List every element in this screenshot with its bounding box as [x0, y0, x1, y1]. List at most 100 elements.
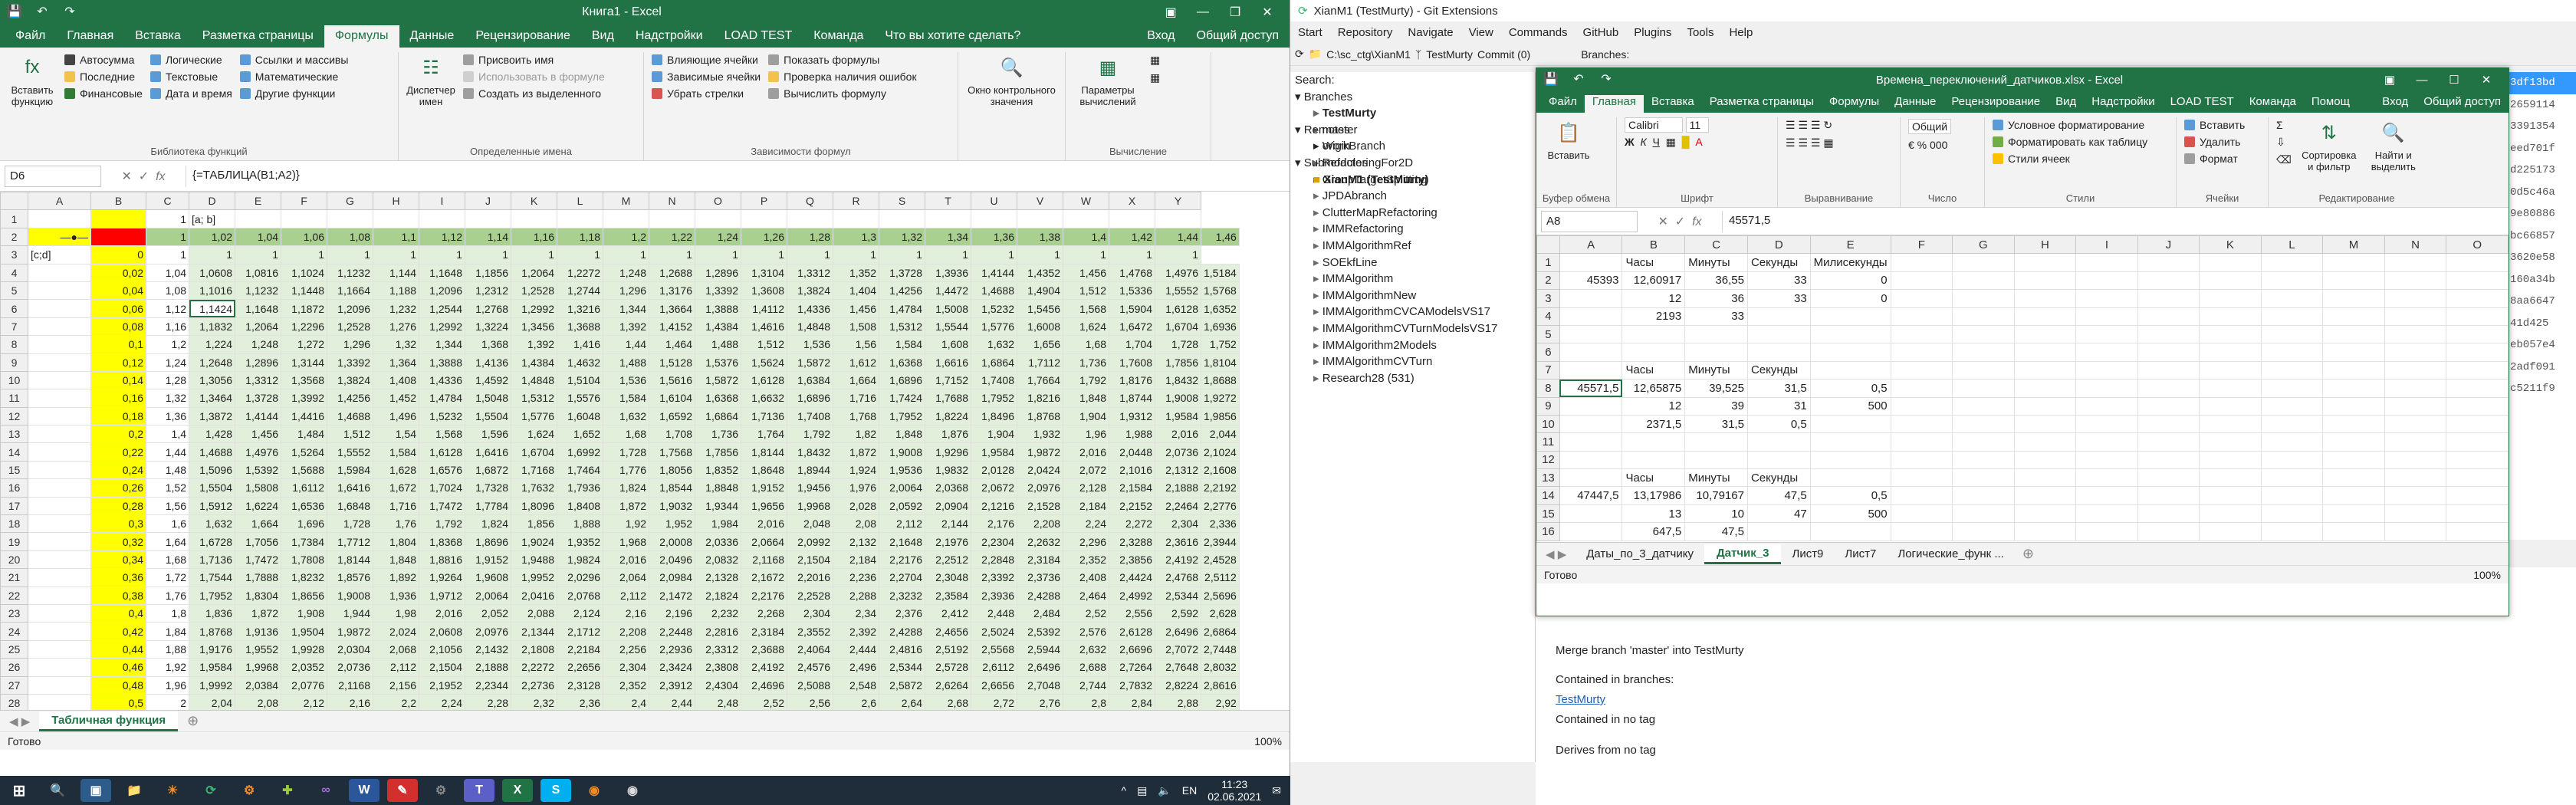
row-header[interactable]: 15 — [1536, 504, 1560, 524]
login-link[interactable]: Вход — [2374, 95, 2416, 113]
commit-hash[interactable]: d225173 — [2504, 159, 2576, 182]
tree-branch-item[interactable]: ▸ TestMurty — [1290, 105, 1535, 122]
menu-commands[interactable]: Commands — [1501, 26, 1576, 39]
row-header[interactable]: 25 — [0, 639, 28, 659]
column-header[interactable]: B — [1622, 235, 1686, 255]
save-icon[interactable]: 💾 — [6, 4, 23, 21]
format-as-table-button[interactable]: Форматировать как таблицу — [1993, 136, 2147, 148]
commit-hash[interactable]: 0d5c46a — [2504, 182, 2576, 204]
tab-page-layout[interactable]: Разметка страницы — [1702, 95, 1822, 113]
logical-button[interactable]: Логические — [150, 54, 232, 66]
row-header[interactable]: 24 — [0, 622, 28, 641]
tab-addins[interactable]: Надстройки — [2084, 95, 2162, 113]
tray-arrow-icon[interactable]: ^ — [1121, 784, 1126, 797]
row-header[interactable]: 13 — [0, 425, 28, 444]
row-header[interactable]: 12 — [1536, 450, 1560, 470]
row-header[interactable]: 6 — [0, 299, 28, 318]
share-button[interactable]: Общий доступ — [1186, 29, 1290, 48]
align-left-icon[interactable]: ☰ ☰ ☰ ▦ — [1786, 136, 1834, 150]
select-all-corner[interactable] — [1536, 235, 1560, 255]
create-from-selection-button[interactable]: Создать из выделенного — [463, 87, 605, 100]
row-header[interactable]: 9 — [0, 353, 28, 372]
tab-page-layout[interactable]: Разметка страницы — [192, 29, 324, 48]
formula-input[interactable]: {=ТАБЛИЦА(B1;A2)} — [186, 165, 1290, 187]
tree-branch-item[interactable]: ▸ Research28 (531) — [1290, 370, 1535, 387]
tab-load-test[interactable]: LOAD TEST — [2163, 95, 2242, 113]
task-view-icon[interactable]: ▣ — [80, 779, 111, 802]
row-header[interactable]: 27 — [0, 675, 28, 695]
column-header[interactable]: A — [1559, 235, 1623, 255]
undo-icon[interactable]: ↶ — [34, 4, 51, 21]
row-header[interactable]: 1 — [0, 209, 28, 228]
formula-input[interactable]: 45571,5 — [1722, 210, 2509, 232]
row-header[interactable]: 1 — [1536, 253, 1560, 272]
commit-hash[interactable]: 2659114 — [2504, 94, 2576, 117]
error-check-button[interactable]: Проверка наличия ошибок — [768, 71, 917, 83]
autosum-icon[interactable]: Σ — [2276, 119, 2292, 131]
undo-icon[interactable]: ↶ — [1570, 71, 1587, 88]
menu-start[interactable]: Start — [1290, 26, 1330, 39]
column-header[interactable]: Q — [787, 192, 833, 211]
gear-app-icon[interactable]: ⚙ — [234, 779, 264, 802]
teams-icon[interactable]: T — [464, 779, 495, 802]
tree-branch-item[interactable]: ▸ IMMAlgorithmCVTurn — [1290, 353, 1535, 370]
row-header[interactable]: 26 — [0, 658, 28, 677]
other-functions-button[interactable]: Другие функции — [239, 87, 349, 100]
delete-cells-button[interactable]: Удалить — [2184, 136, 2245, 148]
column-header[interactable]: H — [2013, 235, 2077, 255]
network-icon[interactable]: ▤ — [1137, 784, 1147, 797]
use-in-formula-button[interactable]: Использовать в формуле — [463, 71, 605, 83]
column-header[interactable]: G — [1952, 235, 2015, 255]
column-header[interactable]: W — [1063, 192, 1109, 211]
tree-branch-item[interactable]: ▸ IMMAlgorithm2Models — [1290, 337, 1535, 354]
datetime-button[interactable]: Дата и время — [150, 87, 232, 100]
font-color-icon[interactable]: A — [1695, 136, 1702, 148]
borders-icon[interactable]: ▦ — [1666, 136, 1676, 148]
text-button[interactable]: Текстовые — [150, 71, 232, 83]
row-header[interactable]: 2 — [0, 227, 28, 247]
name-box[interactable]: D6 — [5, 165, 101, 187]
tab-data[interactable]: Данные — [1887, 95, 1944, 113]
format-cells-button[interactable]: Формат — [2184, 153, 2245, 165]
sheet-tab-dates[interactable]: Даты_по_3_датчику — [1576, 545, 1704, 563]
row-header[interactable]: 10 — [1536, 414, 1560, 434]
menu-plugins[interactable]: Plugins — [1626, 26, 1679, 39]
tree-branch-item[interactable]: ▸ IMMAlgorithmNew — [1290, 288, 1535, 304]
minimize-icon[interactable]: — — [1187, 5, 1219, 19]
column-header[interactable]: M — [2322, 235, 2385, 255]
commit-hash[interactable]: c5211f9 — [2504, 378, 2576, 400]
column-header[interactable]: J — [465, 192, 511, 211]
row-header[interactable]: 14 — [0, 442, 28, 462]
align-top-icon[interactable]: ☰ ☰ ☰ ↻ — [1786, 119, 1834, 132]
trace-precedents-button[interactable]: Влияющие ячейки — [652, 54, 761, 66]
login-link[interactable]: Вход — [1136, 29, 1185, 48]
share-button[interactable]: Общий доступ — [2416, 95, 2509, 113]
commit-hash[interactable]: 3df13bd — [2504, 72, 2576, 94]
tab-review[interactable]: Рецензирование — [465, 29, 581, 48]
column-header[interactable]: P — [741, 192, 787, 211]
calc-options-button[interactable]: ▦ Параметры вычислений — [1073, 54, 1142, 159]
row-header[interactable]: 11 — [1536, 432, 1560, 452]
search-icon[interactable]: 🔍 — [42, 779, 73, 802]
name-box[interactable]: A8 — [1541, 210, 1638, 232]
commit-hash[interactable]: bc66857 — [2504, 225, 2576, 248]
network-app-icon[interactable]: ◉ — [617, 779, 648, 802]
row-header[interactable]: 8 — [0, 335, 28, 354]
row-header[interactable]: 18 — [0, 514, 28, 534]
row-header[interactable]: 23 — [0, 603, 28, 623]
calc-sheet-icon[interactable]: ▦ — [1150, 71, 1160, 84]
firefox-icon[interactable]: ◉ — [579, 779, 610, 802]
tab-data[interactable]: Данные — [399, 29, 465, 48]
close-icon[interactable]: ✕ — [1251, 5, 1283, 20]
row-header[interactable]: 21 — [0, 568, 28, 587]
row-header[interactable]: 3 — [0, 245, 28, 264]
bold-icon[interactable]: Ж — [1625, 136, 1635, 148]
tab-team[interactable]: Команда — [803, 29, 874, 48]
fill-color-icon[interactable]: █ — [1682, 136, 1690, 148]
tree-submodule-item[interactable]: ■ XianM1 (TestMurty) — [1290, 172, 1535, 189]
redo-icon[interactable]: ↷ — [61, 4, 78, 21]
sheet-tab-table-function[interactable]: Табличная функция — [39, 711, 179, 731]
fill-icon[interactable]: ⇩ — [2276, 136, 2292, 149]
row-header[interactable]: 6 — [1536, 343, 1560, 362]
tree-branch-item[interactable]: ▸ IMMAlgorithmCVTurnModelsVS17 — [1290, 320, 1535, 337]
